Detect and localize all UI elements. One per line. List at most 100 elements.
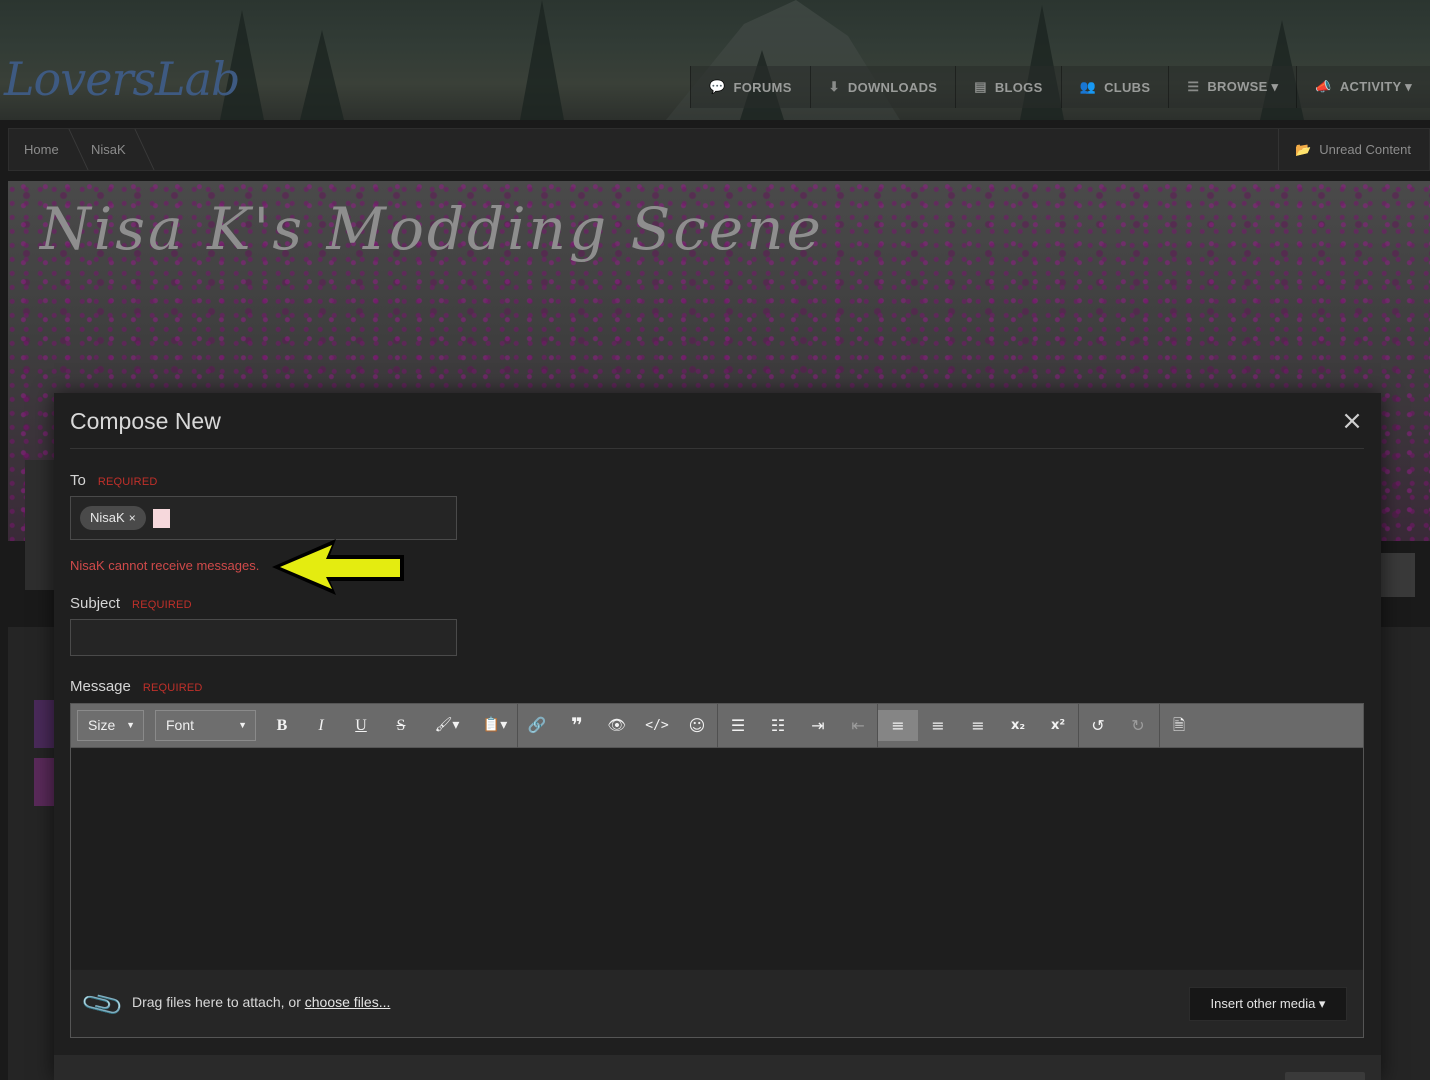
link-icon[interactable]: 🔗	[521, 710, 553, 741]
nav-clubs[interactable]: 👥 CLUBS	[1060, 66, 1169, 108]
to-label-text: To	[70, 472, 86, 489]
nav-label: DOWNLOADS	[847, 79, 938, 95]
bulleted-list-icon[interactable]: ☰	[722, 710, 754, 741]
undo-icon[interactable]: ↺	[1082, 710, 1114, 741]
superscript-icon[interactable]: x²	[1042, 710, 1074, 741]
megaphone-icon: 📣	[1315, 79, 1332, 94]
strikethrough-icon[interactable]: S	[385, 710, 417, 741]
nav-browse[interactable]: ☰ BROWSE ▾	[1168, 66, 1297, 108]
align-right-icon[interactable]: ≡	[962, 710, 994, 741]
subject-label: Subject REQUIRED	[70, 595, 192, 612]
numbered-list-icon[interactable]: ☷	[762, 710, 794, 741]
list-icon: ☰	[1187, 79, 1200, 94]
remove-recipient-icon[interactable]: ×	[129, 511, 136, 525]
font-dropdown[interactable]: Font ▼	[155, 710, 256, 741]
size-dropdown[interactable]: Size ▼	[77, 710, 144, 741]
folder-icon: 📂	[1295, 141, 1312, 157]
recipient-error: NisaK cannot receive messages.	[70, 558, 260, 573]
bold-icon[interactable]: B	[266, 710, 298, 741]
source-document-icon[interactable]: 🗎	[1163, 710, 1195, 741]
nav-label: BROWSE ▾	[1207, 79, 1279, 94]
header-tree	[520, 0, 564, 120]
italic-icon[interactable]: I	[305, 710, 337, 741]
sidebar-fragment	[1381, 627, 1430, 1080]
nav-activity[interactable]: 📣 ACTIVITY ▾	[1296, 66, 1430, 108]
toolbar-separator	[1159, 704, 1160, 748]
subject-input[interactable]	[70, 619, 457, 656]
insert-other-media-button[interactable]: Insert other media ▾	[1189, 987, 1347, 1021]
chevron-down-icon: ▼	[126, 720, 135, 730]
download-icon: ⬇	[828, 79, 840, 94]
users-icon: 👥	[1079, 79, 1097, 94]
arrow-annotation-icon	[272, 539, 404, 595]
nav-downloads[interactable]: ⬇ DOWNLOADS	[809, 66, 956, 108]
required-badge: REQUIRED	[132, 599, 192, 611]
sidebar-fragment	[34, 758, 54, 806]
toolbar-separator	[1078, 704, 1079, 748]
breadcrumb-nisak[interactable]: NisaK	[91, 129, 126, 170]
attach-instructions: Drag files here to attach, or choose fil…	[132, 994, 390, 1010]
nav-label: CLUBS	[1104, 79, 1151, 95]
to-label: To REQUIRED	[70, 472, 158, 489]
sidebar-fragment	[8, 627, 54, 1080]
choose-files-link[interactable]: choose files...	[305, 994, 391, 1010]
code-icon[interactable]: </>	[641, 710, 673, 741]
required-badge: REQUIRED	[142, 682, 203, 694]
align-center-icon[interactable]: ≡	[922, 710, 954, 741]
font-label: Font	[166, 717, 195, 733]
align-left-icon[interactable]: ≡	[878, 710, 918, 741]
attach-text: Drag files here to attach, or	[132, 994, 305, 1010]
sidebar-fragment	[34, 700, 54, 748]
recipient-name: NisaK	[90, 510, 125, 525]
breadcrumb: Home NisaK 📂 Unread Content	[8, 128, 1430, 171]
breadcrumb-separator	[55, 129, 89, 170]
nav-label: BLOGS	[994, 79, 1043, 95]
nav-forums[interactable]: 💬 FORUMS	[690, 66, 810, 108]
button-fragment	[1381, 553, 1415, 597]
breadcrumb-separator	[121, 129, 155, 170]
to-field[interactable]: NisaK ×	[70, 496, 457, 540]
attachment-area[interactable]: 📎 Drag files here to attach, or choose f…	[71, 970, 1363, 1037]
message-label-text: Message	[70, 678, 131, 695]
emoji-icon[interactable]: ☺	[681, 710, 713, 741]
banner-title: Nisa K's Modding Scene	[40, 195, 824, 263]
site-logo[interactable]: LoversLab	[4, 52, 240, 106]
text-color-icon[interactable]: 🖌▾	[427, 710, 467, 741]
unread-label: Unread Content	[1319, 142, 1411, 157]
quote-icon[interactable]: ❞	[561, 710, 593, 741]
text-cursor	[153, 509, 170, 528]
site-header: LoversLab 💬 FORUMS ⬇ DOWNLOADS ▤ BLOGS 👥…	[0, 0, 1430, 120]
redo-icon[interactable]: ↻	[1122, 710, 1154, 741]
recipient-token[interactable]: NisaK ×	[80, 506, 146, 530]
header-tree	[300, 30, 344, 120]
subscript-icon[interactable]: x₂	[1002, 710, 1034, 741]
compose-modal: Compose New × To REQUIRED NisaK × NisaK ca…	[54, 393, 1381, 1080]
breadcrumb-home[interactable]: Home	[24, 129, 59, 170]
blog-icon: ▤	[974, 79, 987, 94]
submit-button-fragment[interactable]	[1285, 1072, 1365, 1080]
toolbar-separator	[517, 704, 518, 748]
paperclip-icon: 📎	[78, 980, 127, 1029]
nav-label: FORUMS	[733, 79, 792, 95]
modal-footer	[54, 1055, 1381, 1080]
indent-icon[interactable]: ⇥	[802, 710, 834, 741]
outdent-icon[interactable]: ⇤	[842, 710, 874, 741]
modal-title: Compose New	[70, 408, 221, 434]
toolbar-separator	[717, 704, 718, 748]
subject-label-text: Subject	[70, 595, 121, 612]
unread-content-link[interactable]: 📂 Unread Content	[1278, 129, 1429, 170]
profile-photo-fragment	[25, 460, 55, 590]
chevron-down-icon: ▼	[238, 720, 247, 730]
underline-icon[interactable]: U	[345, 710, 377, 741]
modal-divider	[70, 448, 1364, 449]
message-editor: Size ▼ Font ▼ B I U S 🖌▾ 📋▾ 🔗 ❞ 👁 </> ☺ ☰ …	[70, 703, 1364, 1038]
spoiler-eye-icon[interactable]: 👁	[601, 710, 633, 741]
size-label: Size	[88, 717, 116, 733]
message-label: Message REQUIRED	[70, 678, 203, 695]
nav-blogs[interactable]: ▤ BLOGS	[955, 66, 1061, 108]
paste-icon[interactable]: 📋▾	[475, 710, 515, 741]
main-nav: 💬 FORUMS ⬇ DOWNLOADS ▤ BLOGS 👥 CLUBS ☰ B…	[690, 66, 1430, 108]
required-badge: REQUIRED	[97, 476, 158, 488]
close-icon[interactable]: ×	[1341, 408, 1363, 434]
message-body-input[interactable]	[71, 749, 1363, 969]
